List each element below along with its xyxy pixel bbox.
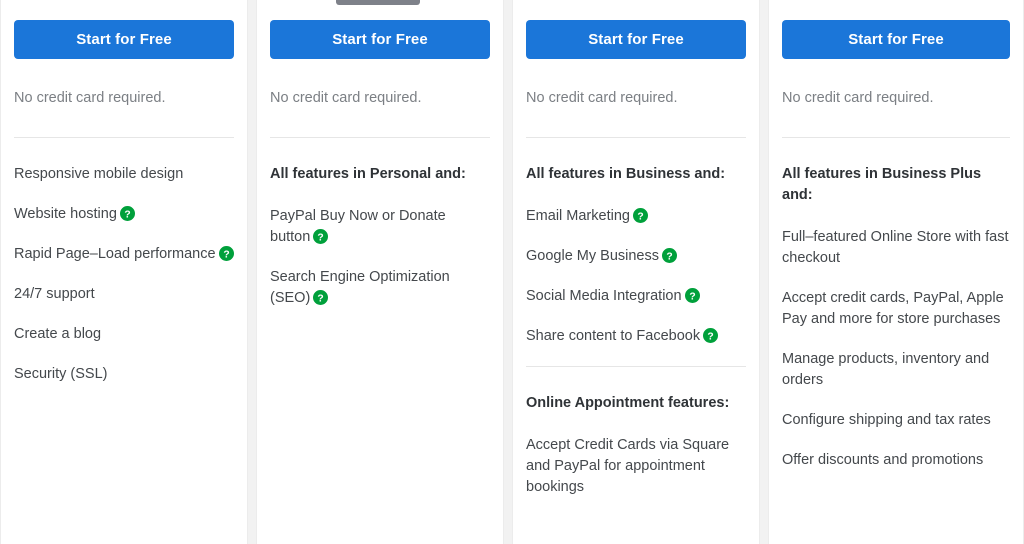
feature-item: Accept credit cards, PayPal, Apple Pay a… — [782, 288, 1010, 330]
start-for-free-button[interactable]: Start for Free — [14, 20, 234, 59]
svg-text:?: ? — [318, 232, 324, 243]
feature-label: 24/7 support — [14, 285, 95, 302]
feature-section-heading: All features in Personal and: — [270, 164, 490, 185]
feature-label: Accept credit cards, PayPal, Apple Pay a… — [782, 289, 1004, 327]
pricing-comparison-page: Start for Free No credit card required. Re… — [0, 0, 1024, 544]
feature-item: Website hosting? — [14, 204, 234, 225]
feature-heading-label: All features in Business Plus and: — [782, 165, 982, 203]
no-credit-card-note: No credit card required. — [270, 90, 422, 106]
feature-label: Email Marketing — [526, 207, 630, 224]
feature-label: Create a blog — [14, 325, 102, 342]
feature-item: Google My Business? — [526, 246, 746, 267]
feature-label: Social Media Integration — [526, 287, 682, 304]
feature-item: Security (SSL) — [14, 364, 234, 385]
feature-label: Offer discounts and promotions — [782, 451, 984, 468]
feature-item: Configure shipping and tax rates — [782, 410, 1010, 431]
svg-text:?: ? — [666, 251, 672, 262]
feature-label: Responsive mobile design — [14, 165, 184, 182]
feature-label: Full–featured Online Store with fast che… — [782, 228, 1009, 266]
feature-label: Accept Credit Cards via Square and PayPa… — [526, 436, 730, 495]
feature-label: Google My Business — [526, 247, 659, 264]
card-divider — [14, 136, 234, 138]
feature-section-heading: All features in Business and: — [526, 164, 746, 185]
svg-text:?: ? — [689, 291, 695, 302]
svg-text:?: ? — [707, 331, 713, 342]
feature-section-heading: Online Appointment features: — [526, 393, 746, 414]
feature-item: Email Marketing? — [526, 206, 746, 227]
feature-label: Website hosting — [14, 205, 117, 222]
feature-label: Rapid Page–Load performance — [14, 245, 216, 262]
feature-item: 24/7 support — [14, 284, 234, 305]
no-credit-card-note: No credit card required. — [14, 90, 166, 106]
help-question-icon[interactable]: ? — [119, 205, 135, 221]
svg-text:?: ? — [637, 211, 643, 222]
feature-label: PayPal Buy Now or Donate button — [270, 207, 446, 245]
section-divider — [526, 365, 746, 367]
feature-item: Full–featured Online Store with fast che… — [782, 227, 1010, 269]
no-credit-card-note: No credit card required. — [782, 90, 934, 106]
feature-list: All features in Business Plus and: Full–f… — [782, 164, 1010, 471]
start-for-free-button[interactable]: Start for Free — [270, 20, 490, 59]
scroll-indicator-bar[interactable] — [336, 0, 420, 5]
help-question-icon[interactable]: ? — [632, 207, 648, 223]
feature-heading-label: All features in Personal and: — [270, 165, 466, 182]
pricing-card-business-plus: Start for Free No credit card required. Al… — [512, 0, 760, 544]
no-credit-card-note: No credit card required. — [526, 90, 678, 106]
feature-item: Responsive mobile design — [14, 164, 234, 185]
feature-item: Offer discounts and promotions — [782, 450, 1010, 471]
feature-list: Responsive mobile design Website hosting?… — [14, 164, 234, 385]
feature-label: Configure shipping and tax rates — [782, 411, 991, 428]
help-question-icon[interactable]: ? — [684, 287, 700, 303]
pricing-card-business: Start for Free No credit card required. Al… — [256, 0, 504, 544]
feature-item: Accept Credit Cards via Square and PayPa… — [526, 435, 746, 498]
start-for-free-button[interactable]: Start for Free — [526, 20, 746, 59]
feature-label: Manage products, inventory and orders — [782, 350, 990, 388]
pricing-card-personal: Start for Free No credit card required. Re… — [0, 0, 248, 544]
svg-text:?: ? — [124, 209, 130, 220]
card-divider — [270, 136, 490, 138]
feature-item: Create a blog — [14, 324, 234, 345]
feature-item: Manage products, inventory and orders — [782, 349, 1010, 391]
help-question-icon[interactable]: ? — [218, 245, 234, 261]
feature-item: PayPal Buy Now or Donate button? — [270, 206, 490, 248]
feature-list: All features in Personal and: PayPal Buy … — [270, 164, 490, 309]
feature-list: All features in Business and: Email Marke… — [526, 164, 746, 498]
feature-label: Security (SSL) — [14, 365, 108, 382]
feature-heading-label: All features in Business and: — [526, 165, 726, 182]
feature-item: Social Media Integration? — [526, 286, 746, 307]
pricing-card-online-store: Start for Free No credit card required. Al… — [768, 0, 1024, 544]
feature-item: Search Engine Optimization (SEO)? — [270, 267, 490, 309]
feature-item: Rapid Page–Load performance? — [14, 244, 234, 265]
feature-item: Share content to Facebook? — [526, 326, 746, 347]
svg-text:?: ? — [223, 249, 229, 260]
help-question-icon[interactable]: ? — [703, 327, 719, 343]
card-divider — [782, 136, 1010, 138]
help-question-icon[interactable]: ? — [661, 247, 677, 263]
start-for-free-button[interactable]: Start for Free — [782, 20, 1010, 59]
help-question-icon[interactable]: ? — [313, 289, 329, 305]
svg-text:?: ? — [318, 293, 324, 304]
feature-label: Share content to Facebook — [526, 327, 701, 344]
help-question-icon[interactable]: ? — [313, 228, 329, 244]
card-divider — [526, 136, 746, 138]
feature-label: Search Engine Optimization (SEO) — [270, 268, 450, 306]
feature-heading-label: Online Appointment features: — [526, 394, 730, 411]
feature-section-heading: All features in Business Plus and: — [782, 164, 1010, 206]
